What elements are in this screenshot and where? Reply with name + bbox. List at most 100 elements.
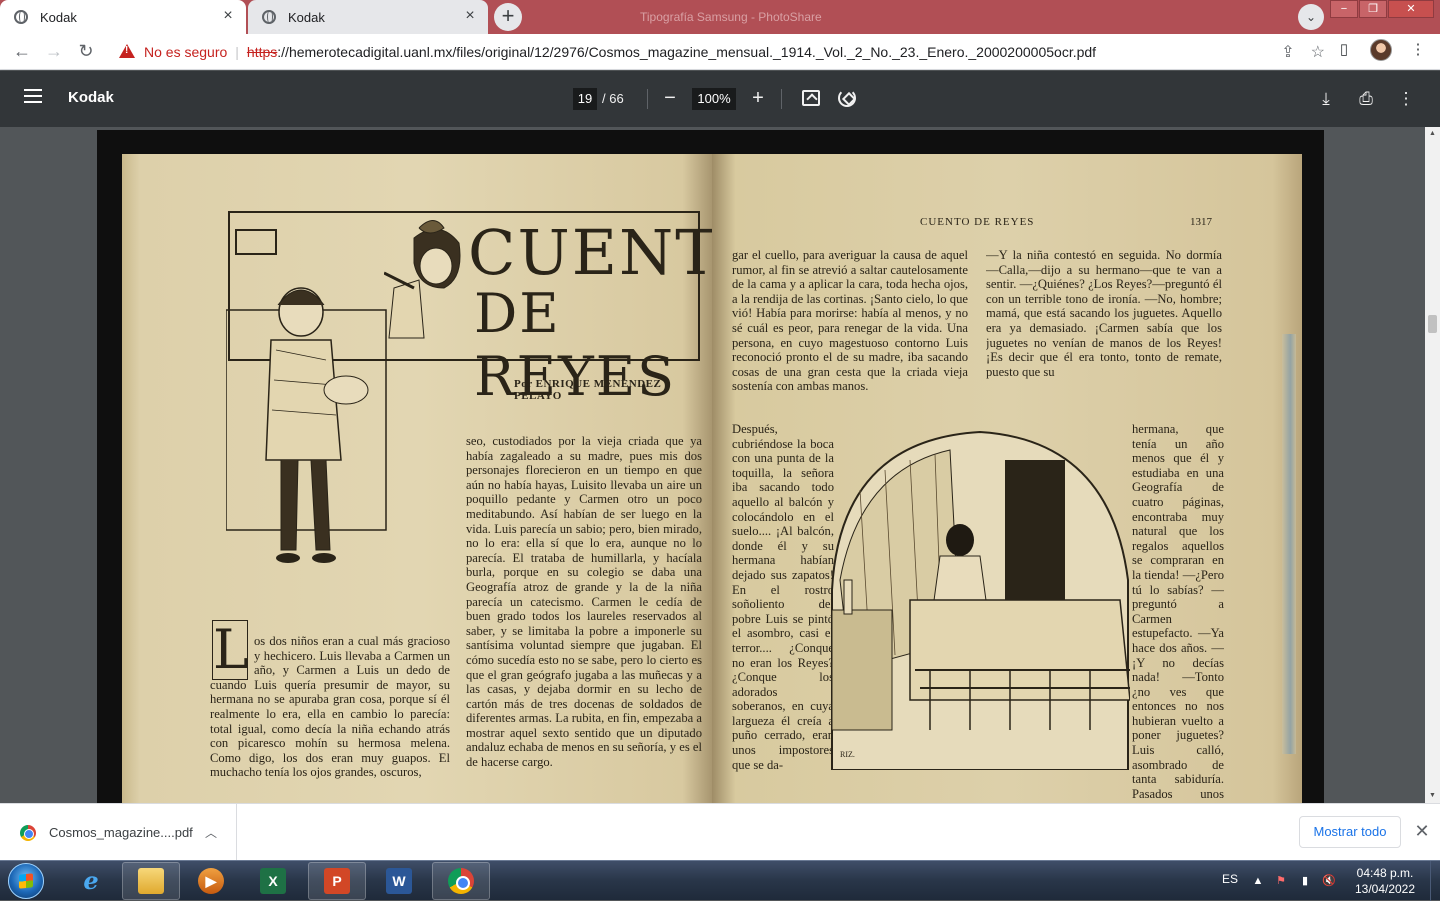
page-folio: 1317 (1190, 216, 1212, 228)
warning-icon[interactable] (118, 44, 136, 60)
share-icon[interactable]: ⇪ (1281, 42, 1294, 62)
chrome-file-icon (20, 824, 36, 841)
byline: Por ENRIQUE MENENDEZ PELAYO (514, 378, 662, 402)
close-window-button[interactable]: ✕ (1388, 0, 1434, 18)
globe-icon (262, 10, 276, 24)
taskbar-chrome[interactable] (432, 862, 490, 900)
clock-date: 13/04/2022 (1354, 882, 1416, 896)
tab-title: Kodak (40, 9, 77, 25)
internet-explorer-icon: e (83, 866, 99, 895)
chevron-up-icon[interactable]: ︿ (204, 824, 218, 840)
chrome-icon (448, 868, 474, 894)
divider (647, 89, 648, 109)
drop-cap: L (212, 618, 249, 681)
show-hidden-icons-icon[interactable]: ▲ (1251, 874, 1265, 888)
taskbar-powerpoint[interactable]: P (308, 862, 366, 900)
page-edge-stain (1282, 334, 1296, 754)
input-language[interactable]: ES (1222, 872, 1238, 886)
browser-menu-icon[interactable]: ⋮ (1406, 38, 1430, 62)
rotate-icon[interactable] (838, 89, 856, 107)
address-bar[interactable]: No es seguro | https://hemerotecadigital… (110, 38, 1335, 66)
security-label[interactable]: No es seguro (144, 44, 227, 60)
show-desktop-button[interactable] (1430, 861, 1440, 901)
zoom-in-button[interactable]: + (746, 87, 770, 111)
tab-search-button[interactable]: ⌄ (1298, 4, 1324, 30)
print-icon[interactable]: ⎙ (1354, 87, 1378, 111)
right-column-1-wrap: Después, cubriéndose la boca con una pun… (732, 422, 834, 772)
taskbar-file-explorer[interactable] (122, 862, 180, 900)
action-center-icon[interactable]: ⚑ (1274, 874, 1288, 888)
tab-title: Kodak (288, 9, 325, 25)
close-download-shelf-icon[interactable]: ✕ (1412, 822, 1432, 842)
taskbar-word[interactable]: W (370, 862, 428, 900)
start-button[interactable] (8, 863, 44, 899)
url-text: ://hemerotecadigital.uanl.mx/files/origi… (277, 44, 1097, 60)
taskbar-internet-explorer[interactable]: e (62, 862, 120, 900)
windows-taskbar: e ▶ X P W ES ▲ ⚑ ▮ 🔇 04:48 p.m. 13/04/20… (0, 860, 1440, 901)
pdf-viewport[interactable]: CUENTO DE REYES Por ENRIQUE MENENDEZ PEL… (0, 127, 1440, 803)
side-panel-icon[interactable]: ▯ (1332, 38, 1356, 62)
maximize-button[interactable]: ❐ (1359, 0, 1387, 18)
close-tab-icon[interactable]: × (462, 8, 478, 25)
boy-with-doll-illustration (226, 229, 387, 563)
document-title: Kodak (68, 89, 114, 106)
excel-icon: X (260, 868, 286, 894)
right-page: CUENTO DE REYES 1317 gar el cuello, para… (712, 154, 1302, 803)
tab-kodak-active[interactable]: Kodak × (0, 0, 246, 34)
page-number-input[interactable]: 19 (573, 88, 597, 110)
taskbar-excel[interactable]: X (244, 862, 302, 900)
toolbar-right: ▯ ⋮ (1332, 38, 1430, 62)
system-clock[interactable]: 04:48 p.m. 13/04/2022 (1348, 865, 1422, 897)
scanned-book-spread: CUENTO DE REYES Por ENRIQUE MENENDEZ PEL… (122, 154, 1302, 803)
volume-muted-icon[interactable]: 🔇 (1322, 874, 1336, 888)
left-page: CUENTO DE REYES Por ENRIQUE MENENDEZ PEL… (122, 154, 769, 803)
tab-strip: Kodak × Kodak × + Tipografía Samsung - P… (0, 0, 1440, 34)
zoom-out-button[interactable]: − (658, 87, 682, 111)
left-column-2: seo, custodiados por la vieja criada que… (466, 434, 702, 770)
scroll-up-arrow-icon[interactable]: ▲ (1428, 130, 1437, 138)
new-tab-button[interactable]: + (494, 3, 522, 31)
right-column-2-wrap: hermana, que tenía un año menos que él y… (1132, 422, 1224, 803)
clock-time: 04:48 p.m. (1356, 866, 1414, 880)
fit-to-page-icon[interactable] (802, 90, 820, 106)
pdf-page: CUENTO DE REYES Por ENRIQUE MENENDEZ PEL… (97, 130, 1324, 803)
profile-avatar[interactable] (1370, 39, 1392, 61)
close-tab-icon[interactable]: × (220, 8, 236, 25)
browser-toolbar: ← → ↻ No es seguro | https://hemerotecad… (0, 34, 1440, 70)
download-file-name[interactable]: Cosmos_magazine....pdf (49, 825, 193, 840)
bookmark-star-icon[interactable]: ☆ (1311, 42, 1325, 62)
taskbar-media-player[interactable]: ▶ (182, 862, 240, 900)
word-icon: W (386, 868, 412, 894)
scroll-thumb[interactable] (1428, 315, 1437, 333)
tab-kodak-inactive[interactable]: Kodak × (248, 0, 488, 34)
scroll-down-arrow-icon[interactable]: ▼ (1428, 792, 1437, 800)
network-signal-icon[interactable]: ▮ (1298, 874, 1312, 888)
background-window-title: Tipografía Samsung - PhotoShare (640, 10, 822, 24)
hamburger-menu-icon[interactable] (24, 89, 42, 103)
url-scheme: https (246, 44, 278, 60)
minimize-button[interactable]: − (1330, 0, 1358, 18)
running-head: CUENTO DE REYES (920, 216, 1035, 228)
pdf-toolbar: Kodak 19 / 66 − 100% + ⤓ ⎙ ⋮ (0, 71, 1440, 127)
show-all-downloads-button[interactable]: Mostrar todo (1299, 816, 1401, 848)
left-column-1: os dos niños eran a cual más gracioso y … (210, 678, 450, 780)
omnibox-actions: ⇪ ☆ (1281, 38, 1325, 66)
reload-button[interactable]: ↻ (74, 40, 98, 64)
folder-icon (138, 868, 164, 894)
download-shelf: Cosmos_magazine....pdf ︿ Mostrar todo ✕ (0, 803, 1440, 861)
right-column-1-top: gar el cuello, para averiguar la causa d… (732, 248, 968, 394)
more-options-icon[interactable]: ⋮ (1394, 87, 1418, 111)
powerpoint-icon: P (324, 868, 350, 894)
right-column-2-top: —Y la niña contestó en seguida. No dormí… (986, 248, 1222, 379)
child-at-curtain-illustration (831, 430, 1130, 770)
zoom-level-input[interactable]: 100% (692, 88, 736, 110)
window-controls: − ❐ ✕ (1329, 0, 1434, 18)
left-column-1-top: os dos niños eran a cual más gracioso y … (254, 634, 450, 678)
back-button[interactable]: ← (10, 40, 34, 64)
forward-button[interactable]: → (42, 40, 66, 64)
globe-icon (14, 10, 28, 24)
download-icon[interactable]: ⤓ (1314, 87, 1338, 111)
vertical-scrollbar[interactable]: ▲ ▼ (1425, 127, 1440, 803)
download-item[interactable]: Cosmos_magazine....pdf ︿ (0, 804, 237, 861)
girl-pointing-illustration (384, 220, 461, 339)
